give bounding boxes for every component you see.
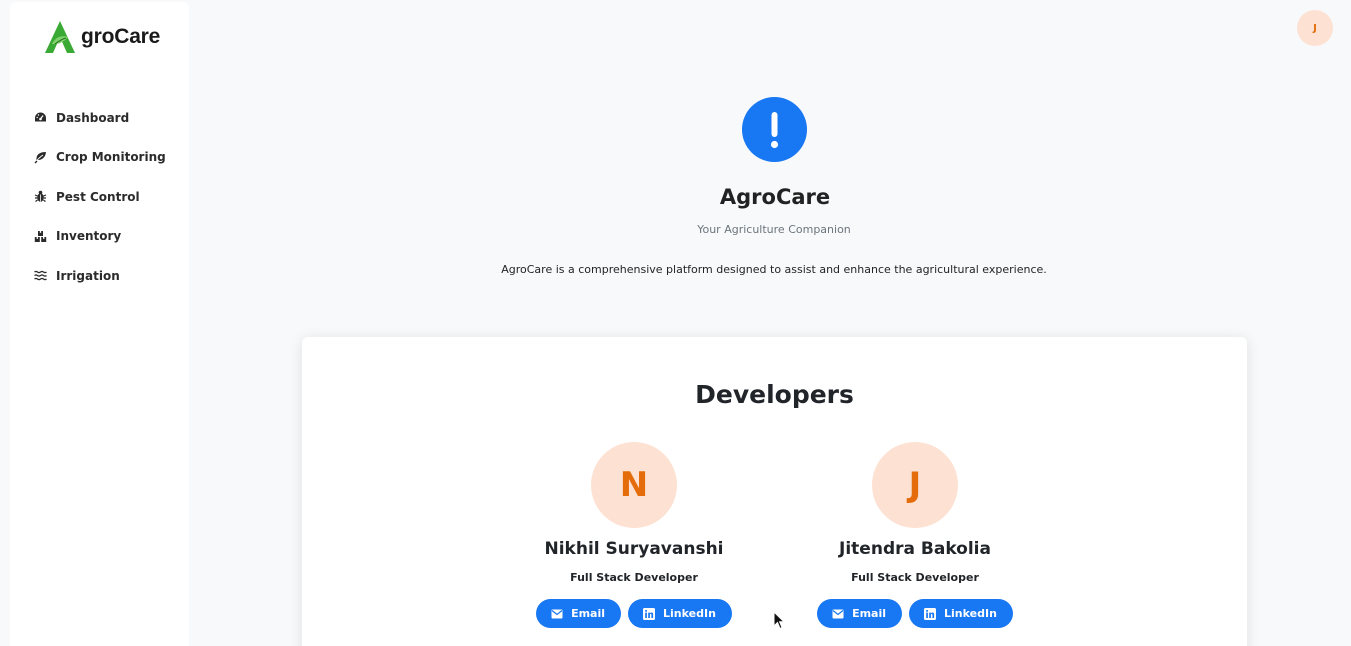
page-title: AgroCare [719, 185, 831, 209]
sidebar-item-crop-monitoring[interactable]: Crop Monitoring [10, 138, 189, 178]
page-description: AgroCare is a comprehensive platform des… [501, 263, 1047, 276]
developers-card: Developers N Nikhil Suryavanshi Full Sta… [302, 337, 1247, 646]
email-button-label: Email [571, 607, 606, 620]
linkedin-button-label: LinkedIn [944, 607, 997, 620]
email-button[interactable]: Email [817, 599, 903, 628]
mouse-cursor-icon [773, 611, 785, 630]
developer-contact-buttons: Email LinkedIn [536, 599, 732, 628]
developer-role: Full Stack Developer [570, 571, 698, 584]
developer-contact-buttons: Email LinkedIn [817, 599, 1013, 628]
exclamation-icon [742, 97, 807, 162]
developer-name: Jitendra Bakolia [839, 539, 991, 559]
agrocare-logo-icon [45, 21, 75, 53]
developer-card: J Jitendra Bakolia Full Stack Developer … [795, 442, 1035, 628]
brand-name: groCare [81, 25, 161, 48]
brand-logo[interactable]: groCare [43, 20, 160, 54]
email-button-label: Email [852, 607, 887, 620]
sidebar: groCare Dashboard Crop Monitoring Pest C… [10, 2, 189, 646]
developer-avatar: N [591, 442, 677, 528]
email-button[interactable]: Email [536, 599, 622, 628]
sidebar-item-label: Dashboard [56, 110, 130, 125]
linkedin-button-label: LinkedIn [663, 607, 716, 620]
sidebar-item-dashboard[interactable]: Dashboard [10, 98, 189, 138]
linkedin-icon [924, 607, 937, 620]
leaf-icon [34, 151, 46, 164]
user-avatar[interactable]: J [1297, 10, 1333, 46]
developers-heading: Developers [695, 380, 854, 409]
page-subtitle: Your Agriculture Companion [697, 223, 851, 236]
envelope-icon [551, 609, 563, 618]
developer-card: N Nikhil Suryavanshi Full Stack Develope… [514, 442, 754, 628]
developer-avatar: J [872, 442, 958, 528]
linkedin-button[interactable]: LinkedIn [628, 599, 732, 628]
linkedin-icon [643, 607, 656, 620]
developer-role: Full Stack Developer [851, 571, 979, 584]
linkedin-button[interactable]: LinkedIn [909, 599, 1013, 628]
sidebar-item-label: Crop Monitoring [56, 150, 166, 165]
gauge-icon [35, 112, 46, 122]
developer-name: Nikhil Suryavanshi [544, 539, 724, 559]
envelope-icon [832, 609, 844, 618]
